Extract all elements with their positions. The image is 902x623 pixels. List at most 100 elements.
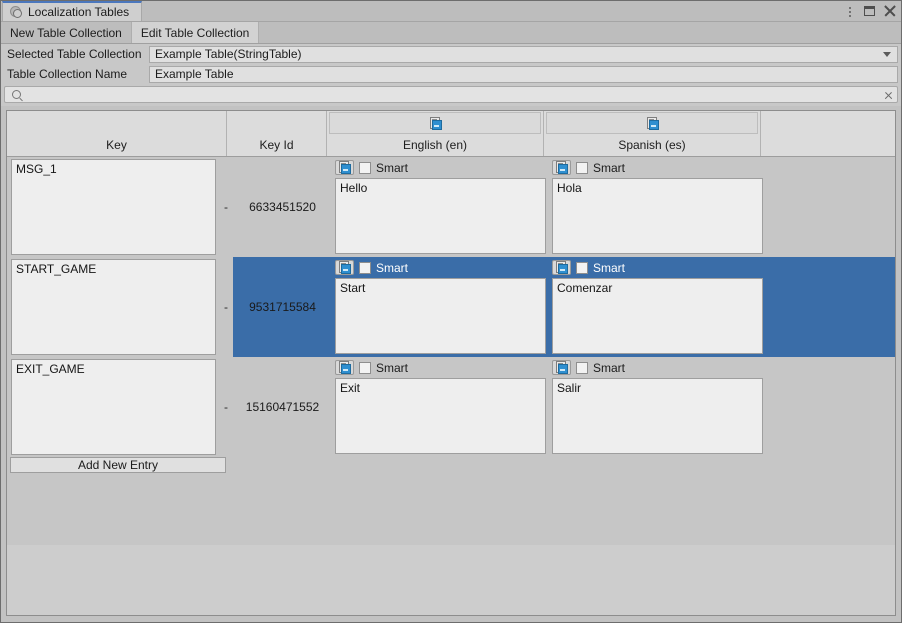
localization-tables-window: Localization Tables New Table Collection…: [0, 0, 902, 623]
table-row[interactable]: - 6633451520 Smart: [7, 157, 895, 257]
string-table-asset-icon: [646, 117, 659, 130]
search-row: [1, 84, 901, 106]
selected-table-collection-value: Example Table(StringTable): [155, 47, 302, 61]
smart-label: Smart: [376, 262, 408, 274]
string-table-asset-icon: [338, 361, 351, 374]
smart-row-en: Smart: [335, 360, 549, 375]
metadata-asset-button[interactable]: [335, 260, 354, 275]
tab-edit-table-collection[interactable]: Edit Table Collection: [131, 22, 260, 43]
table-collection-name-field[interactable]: Example Table: [149, 66, 898, 83]
kebab-menu-icon[interactable]: [845, 4, 855, 18]
column-header-key-id-label: Key Id: [259, 138, 293, 152]
cell-locale-es: Smart: [549, 257, 766, 357]
close-icon[interactable]: [884, 5, 896, 17]
row-dash: -: [219, 357, 233, 457]
table-bottom-band: [7, 545, 895, 615]
row-tail: [766, 157, 895, 257]
table-row[interactable]: - 15160471552 Smart: [7, 357, 895, 457]
column-header-key-label: Key: [106, 138, 127, 152]
table-row[interactable]: - 9531715584 Smart: [7, 257, 895, 357]
search-bar[interactable]: [4, 86, 898, 103]
smart-checkbox-es[interactable]: [576, 162, 588, 174]
column-header-spanish[interactable]: Spanish (es): [544, 111, 761, 156]
metadata-asset-button[interactable]: [552, 260, 571, 275]
maximize-icon[interactable]: [864, 6, 875, 16]
table-body: - 6633451520 Smart: [7, 157, 895, 615]
key-input[interactable]: [11, 359, 216, 455]
cell-key: [7, 157, 219, 257]
table-collection-name-label: Table Collection Name: [1, 67, 149, 81]
smart-label: Smart: [376, 162, 408, 174]
smart-label: Smart: [593, 362, 625, 374]
column-header-spanish-asset-button[interactable]: [546, 112, 758, 134]
smart-label: Smart: [593, 262, 625, 274]
metadata-asset-button[interactable]: [335, 360, 354, 375]
column-header-english-label: English (en): [403, 138, 467, 152]
localization-table: Key Key Id English (en) Span: [6, 110, 896, 616]
key-input[interactable]: [11, 259, 216, 355]
row-dash: -: [219, 157, 233, 257]
cell-key: [7, 357, 219, 457]
table-empty-area: [7, 474, 895, 545]
column-header-filler: [761, 111, 895, 156]
column-header-key-id[interactable]: Key Id: [227, 111, 327, 156]
smart-checkbox-es[interactable]: [576, 362, 588, 374]
locale-value-input-en[interactable]: [335, 278, 546, 354]
tab-new-table-collection[interactable]: New Table Collection: [1, 22, 131, 43]
locale-value-input-en[interactable]: [335, 178, 546, 254]
locale-value-input-es[interactable]: [552, 278, 763, 354]
smart-row-es: Smart: [552, 160, 766, 175]
selected-table-collection-label: Selected Table Collection: [1, 47, 149, 61]
metadata-asset-button[interactable]: [552, 360, 571, 375]
cell-key-id: 15160471552: [233, 357, 332, 457]
mode-toolbar: New Table Collection Edit Table Collecti…: [1, 22, 901, 44]
string-table-asset-icon: [555, 361, 568, 374]
column-header-english[interactable]: English (en): [327, 111, 544, 156]
chevron-down-icon: [883, 52, 891, 57]
locale-value-input-en[interactable]: [335, 378, 546, 454]
smart-checkbox-es[interactable]: [576, 262, 588, 274]
cell-key: [7, 257, 219, 357]
row-tail: [766, 257, 895, 357]
clear-icon[interactable]: [881, 87, 895, 102]
tab-edit-table-collection-label: Edit Table Collection: [141, 26, 250, 40]
locale-value-input-es[interactable]: [552, 178, 763, 254]
smart-row-es: Smart: [552, 360, 766, 375]
window-controls: [845, 1, 896, 21]
smart-label: Smart: [593, 162, 625, 174]
column-header-english-asset-button[interactable]: [329, 112, 541, 134]
table-collection-name-row: Table Collection Name Example Table: [1, 64, 901, 84]
locale-value-input-es[interactable]: [552, 378, 763, 454]
metadata-asset-button[interactable]: [335, 160, 354, 175]
add-entry-filler: [226, 457, 895, 474]
window-title-bar: Localization Tables: [1, 1, 901, 22]
selected-table-collection-dropdown[interactable]: Example Table(StringTable): [149, 46, 898, 63]
string-table-asset-icon: [429, 117, 442, 130]
cell-locale-en: Smart: [332, 257, 549, 357]
tab-new-table-collection-label: New Table Collection: [10, 26, 122, 40]
search-input[interactable]: [21, 88, 881, 102]
localization-globe-icon: [10, 6, 23, 19]
smart-row-es: Smart: [552, 260, 766, 275]
selected-table-collection-row: Selected Table Collection Example Table(…: [1, 44, 901, 64]
column-header-key[interactable]: Key: [7, 111, 227, 156]
cell-locale-en: Smart: [332, 357, 549, 457]
search-icon: [12, 90, 21, 99]
metadata-asset-button[interactable]: [552, 160, 571, 175]
key-input[interactable]: [11, 159, 216, 255]
smart-checkbox-en[interactable]: [359, 162, 371, 174]
smart-checkbox-en[interactable]: [359, 362, 371, 374]
string-table-asset-icon: [555, 161, 568, 174]
cell-locale-en: Smart: [332, 157, 549, 257]
cell-key-id: 6633451520: [233, 157, 332, 257]
cell-locale-es: Smart: [549, 157, 766, 257]
window-tab-label: Localization Tables: [28, 5, 129, 19]
window-tab-localization-tables[interactable]: Localization Tables: [2, 1, 142, 21]
row-dash: -: [219, 257, 233, 357]
table-header-row: Key Key Id English (en) Span: [7, 111, 895, 157]
add-entry-row: Add New Entry: [7, 457, 895, 474]
smart-label: Smart: [376, 362, 408, 374]
smart-checkbox-en[interactable]: [359, 262, 371, 274]
column-header-spanish-label: Spanish (es): [618, 138, 685, 152]
add-new-entry-button[interactable]: Add New Entry: [10, 457, 226, 473]
